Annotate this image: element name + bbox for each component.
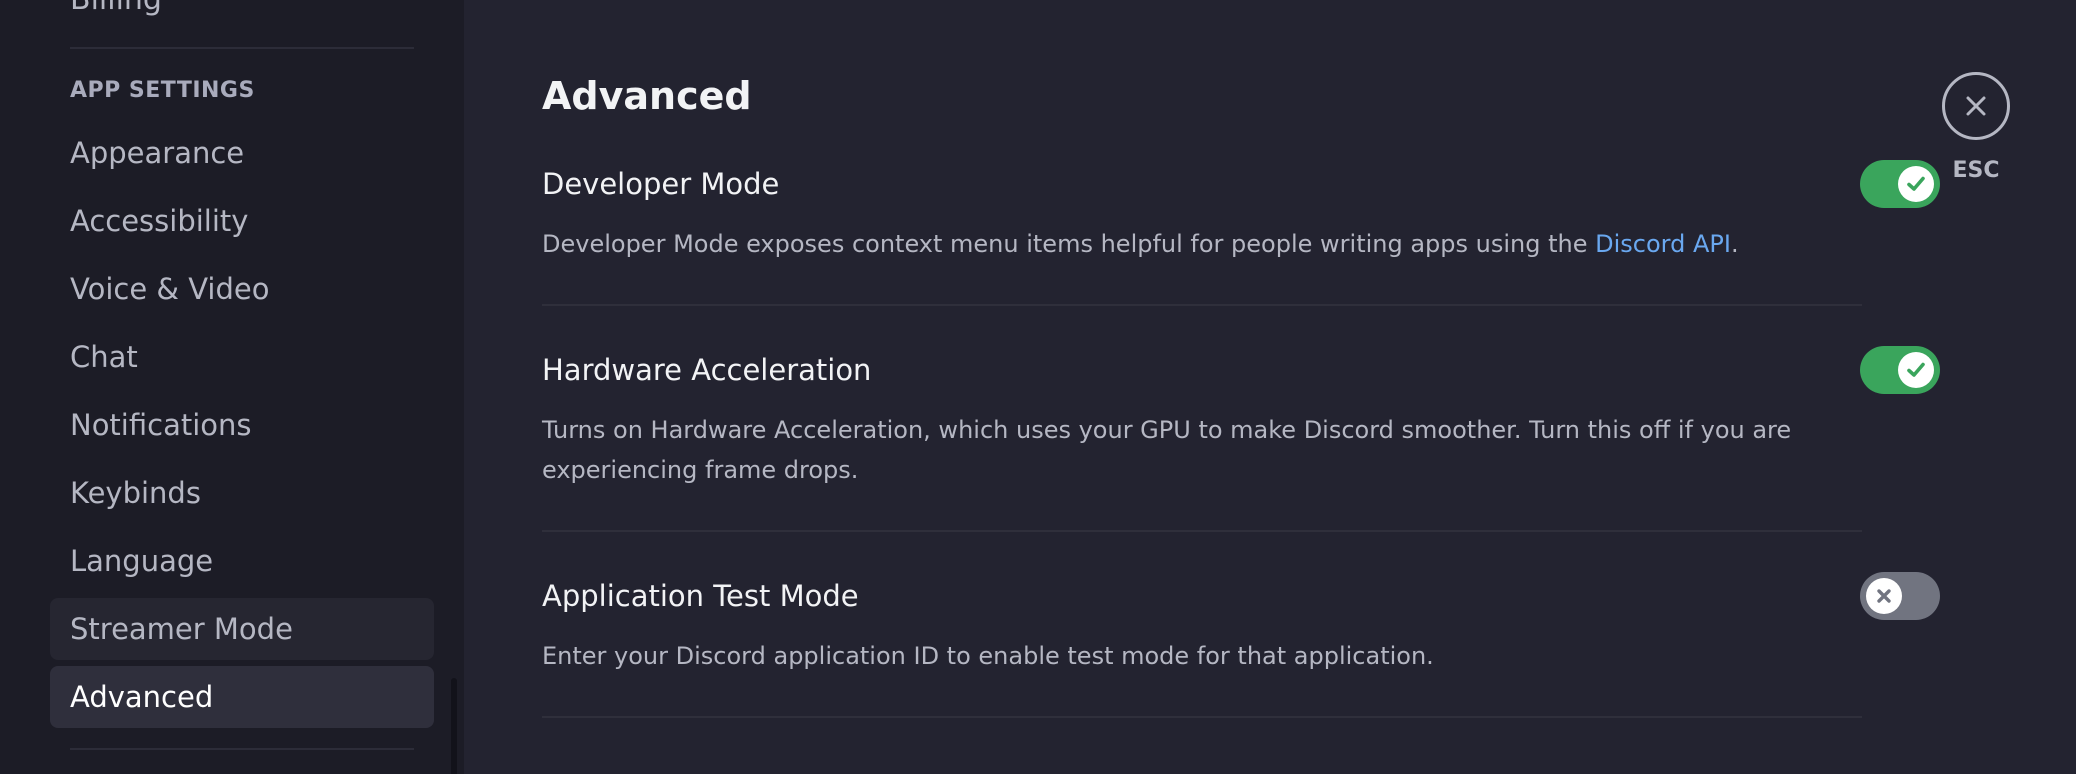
setting-description: Enter your Discord application ID to ena…: [542, 642, 1434, 670]
application-test-mode-toggle[interactable]: [1860, 572, 1940, 620]
check-icon: [1907, 362, 1925, 377]
sidebar-scrollbar[interactable]: [451, 678, 457, 774]
discord-api-link[interactable]: Discord API: [1595, 230, 1731, 258]
sidebar-item-streamer-mode[interactable]: Streamer Mode: [50, 598, 434, 660]
setting-application-test-mode: Application Test Mode Enter your Discord…: [542, 572, 1940, 718]
sidebar-item-appearance[interactable]: Appearance: [50, 122, 434, 184]
sidebar-item-language[interactable]: Language: [50, 530, 434, 592]
setting-hardware-acceleration: Hardware Acceleration Turns on Hardware …: [542, 346, 1940, 532]
setting-title: Hardware Acceleration: [542, 353, 872, 387]
toggle-knob: [1898, 352, 1934, 388]
sidebar-item-accessibility[interactable]: Accessibility: [50, 190, 434, 252]
sidebar-item-advanced[interactable]: Advanced: [50, 666, 434, 728]
settings-window: Billing APP SETTINGS Appearance Accessib…: [0, 0, 2076, 774]
setting-divider: [542, 530, 1862, 532]
setting-description: Developer Mode exposes context menu item…: [542, 230, 1739, 258]
developer-mode-toggle[interactable]: [1860, 160, 1940, 208]
check-icon: [1907, 176, 1925, 191]
esc-label: ESC: [1952, 158, 2000, 183]
section-header-app-settings: APP SETTINGS: [70, 78, 255, 103]
settings-content: Advanced Developer Mode Developer Mode e…: [464, 0, 2076, 774]
page-title: Advanced: [542, 74, 752, 118]
description-line: experiencing frame drops.: [542, 456, 859, 484]
toggle-knob: [1898, 166, 1934, 202]
x-icon: [1877, 589, 1891, 603]
close-button[interactable]: [1942, 72, 2010, 140]
setting-description: Turns on Hardware Acceleration, which us…: [542, 410, 1832, 490]
settings-sidebar: Billing APP SETTINGS Appearance Accessib…: [0, 0, 464, 774]
setting-divider: [542, 304, 1862, 306]
sidebar-item-billing[interactable]: Billing: [70, 0, 162, 18]
description-line: Turns on Hardware Acceleration, which us…: [542, 416, 1792, 444]
sidebar-item-keybinds[interactable]: Keybinds: [50, 462, 434, 524]
close-icon: [1966, 96, 1986, 116]
sidebar-divider: [70, 47, 414, 49]
hardware-acceleration-toggle[interactable]: [1860, 346, 1940, 394]
sidebar-divider: [70, 748, 414, 750]
sidebar-item-notifications[interactable]: Notifications: [50, 394, 434, 456]
sidebar-item-voice-video[interactable]: Voice & Video: [50, 258, 434, 320]
setting-developer-mode: Developer Mode Developer Mode exposes co…: [542, 160, 1940, 306]
setting-divider: [542, 716, 1862, 718]
toggle-knob: [1866, 578, 1902, 614]
setting-title: Application Test Mode: [542, 579, 859, 613]
setting-title: Developer Mode: [542, 167, 780, 201]
sidebar-item-chat[interactable]: Chat: [50, 326, 434, 388]
